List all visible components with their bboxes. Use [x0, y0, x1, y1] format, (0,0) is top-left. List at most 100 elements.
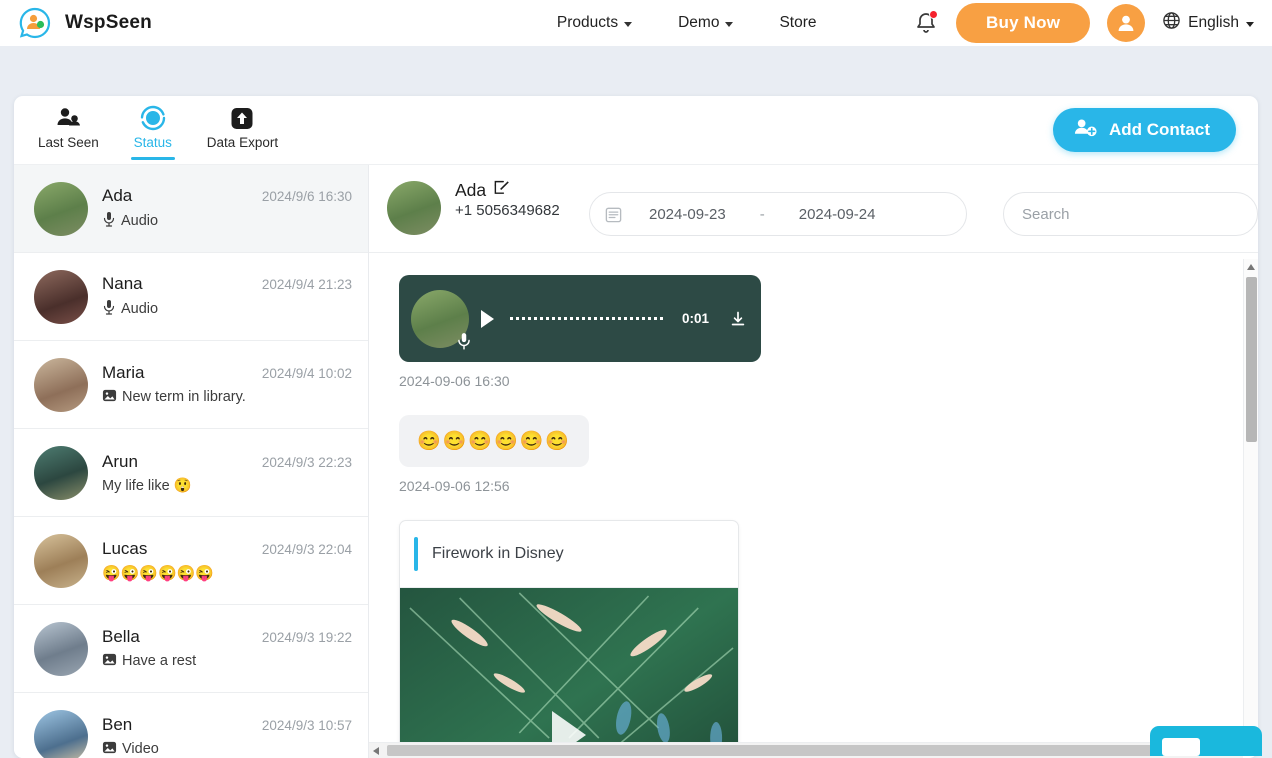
status-ring-icon [140, 105, 166, 131]
contact-list[interactable]: Ada 2024/9/6 16:30 Audio Nana [14, 165, 369, 758]
contact-row-maria[interactable]: Maria 2024/9/4 10:02 New term in library… [14, 341, 368, 429]
audio-duration: 0:01 [682, 311, 709, 326]
vertical-scrollbar[interactable] [1243, 259, 1258, 742]
nav-actions: Buy Now English [913, 3, 1254, 43]
contact-info: Nana 2024/9/4 21:23 Audio [102, 274, 352, 319]
contact-info: Bella 2024/9/3 19:22 Have a rest [102, 627, 352, 671]
contact-preview: Have a rest [122, 653, 196, 669]
add-contact-button[interactable]: Add Contact [1053, 108, 1236, 152]
chevron-down-icon [725, 22, 733, 27]
contact-preview: 😜😜😜😜😜😜 [102, 564, 214, 582]
contact-row-arun[interactable]: Arun 2024/9/3 22:23 My life like 😲 [14, 429, 368, 517]
contact-preview: Video [122, 741, 159, 757]
scroll-left-arrow-icon[interactable] [373, 747, 379, 755]
message-emoji: 😊😊😊😊😊😊 2024-09-06 12:56 [399, 415, 1258, 494]
contact-info: Maria 2024/9/4 10:02 New term in library… [102, 363, 352, 407]
avatar [34, 270, 88, 324]
avatar [34, 446, 88, 500]
microphone-icon [102, 211, 116, 231]
contact-name: Ben [102, 715, 132, 735]
play-icon[interactable] [481, 310, 494, 328]
chevron-down-icon [1246, 22, 1254, 27]
conversation-panel: Ada +1 5056349682 [369, 165, 1258, 758]
tab-status[interactable]: Status [123, 105, 183, 160]
video-card[interactable]: Firework in Disney [399, 520, 739, 758]
contact-info: Arun 2024/9/3 22:23 My life like 😲 [102, 452, 352, 494]
chevron-down-icon [624, 22, 632, 27]
contact-row-ben[interactable]: Ben 2024/9/3 10:57 Video [14, 693, 368, 758]
contact-preview: My life like 😲 [102, 477, 192, 494]
emoji-bubble: 😊😊😊😊😊😊 [399, 415, 589, 467]
upload-icon [230, 105, 254, 131]
video-card-header: Firework in Disney [400, 521, 738, 588]
contact-time: 2024/9/4 10:02 [262, 366, 352, 381]
video-thumbnail[interactable] [400, 588, 738, 758]
audio-bubble[interactable]: 0:01 [399, 275, 761, 362]
contact-time: 2024/9/4 21:23 [262, 277, 352, 292]
avatar [34, 710, 88, 758]
notification-bell-icon[interactable] [913, 10, 939, 36]
search-box[interactable] [1003, 192, 1258, 236]
panel-toolbar: Last Seen Status Data [14, 96, 1258, 164]
support-chat-widget[interactable] [1150, 726, 1262, 756]
contact-name: Arun [102, 452, 138, 472]
message-timestamp: 2024-09-06 16:30 [399, 373, 1258, 389]
nav-link-products[interactable]: Products [557, 14, 632, 32]
tab-status-label: Status [134, 135, 172, 150]
vertical-scrollbar-thumb[interactable] [1246, 277, 1257, 442]
conversation-contact-name: Ada [455, 180, 486, 201]
edit-icon[interactable] [493, 179, 510, 201]
audio-waveform[interactable] [510, 317, 666, 320]
download-icon[interactable] [729, 310, 747, 328]
avatar [34, 358, 88, 412]
avatar [34, 182, 88, 236]
contact-row-ada[interactable]: Ada 2024/9/6 16:30 Audio [14, 165, 368, 253]
contact-name: Bella [102, 627, 140, 647]
contact-name: Nana [102, 274, 143, 294]
message-video-card: Firework in Disney [399, 520, 1258, 758]
panel-body: Ada 2024/9/6 16:30 Audio Nana [14, 164, 1258, 758]
buy-now-button[interactable]: Buy Now [956, 3, 1090, 43]
contact-row-lucas[interactable]: Lucas 2024/9/3 22:04 😜😜😜😜😜😜 [14, 517, 368, 605]
chat-widget-icon [1162, 738, 1200, 756]
date-range-start: 2024-09-23 [649, 206, 726, 223]
language-selector[interactable]: English [1162, 11, 1254, 35]
message-audio: 0:01 2024-09-06 16:30 [399, 275, 1258, 389]
tab-last-seen-label: Last Seen [38, 135, 99, 150]
horizontal-scrollbar-thumb[interactable] [387, 745, 1213, 756]
chat-person-logo-icon [18, 6, 52, 40]
contact-info: Lucas 2024/9/3 22:04 😜😜😜😜😜😜 [102, 539, 352, 582]
avatar [34, 622, 88, 676]
contact-info: Ben 2024/9/3 10:57 Video [102, 715, 352, 758]
accent-bar [414, 537, 418, 571]
contact-row-bella[interactable]: Bella 2024/9/3 19:22 Have a rest [14, 605, 368, 693]
contact-name: Lucas [102, 539, 147, 559]
brand[interactable]: WspSeen [18, 6, 152, 40]
contact-time: 2024/9/3 22:04 [262, 542, 352, 557]
user-avatar-icon[interactable] [1107, 4, 1145, 42]
contact-time: 2024/9/6 16:30 [262, 189, 352, 204]
contact-identity: Ada +1 5056349682 [455, 175, 565, 221]
tab-last-seen[interactable]: Last Seen [38, 105, 99, 160]
contact-preview: Audio [121, 301, 158, 317]
contact-name: Ada [102, 186, 132, 206]
avatar [387, 181, 441, 235]
tab-data-export[interactable]: Data Export [207, 105, 278, 160]
nav-link-demo[interactable]: Demo [678, 14, 733, 32]
message-timestamp: 2024-09-06 12:56 [399, 478, 1258, 494]
contact-info: Ada 2024/9/6 16:30 Audio [102, 186, 352, 231]
nav-link-demo-label: Demo [678, 14, 719, 32]
contact-row-nana[interactable]: Nana 2024/9/4 21:23 Audio [14, 253, 368, 341]
search-input[interactable] [1022, 206, 1239, 223]
add-contact-label: Add Contact [1109, 120, 1210, 140]
date-range-picker[interactable]: 2024-09-23 - 2024-09-24 [589, 192, 967, 236]
scroll-up-arrow-icon[interactable] [1247, 264, 1255, 270]
conversation-contact-phone: +1 5056349682 [455, 202, 560, 219]
microphone-icon [455, 332, 473, 350]
nav-links: Products Demo Store [557, 14, 817, 32]
nav-link-store[interactable]: Store [779, 14, 816, 32]
brand-name: WspSeen [65, 12, 152, 34]
person-plus-icon [1073, 117, 1098, 144]
image-icon [102, 388, 117, 407]
image-icon [102, 740, 117, 758]
